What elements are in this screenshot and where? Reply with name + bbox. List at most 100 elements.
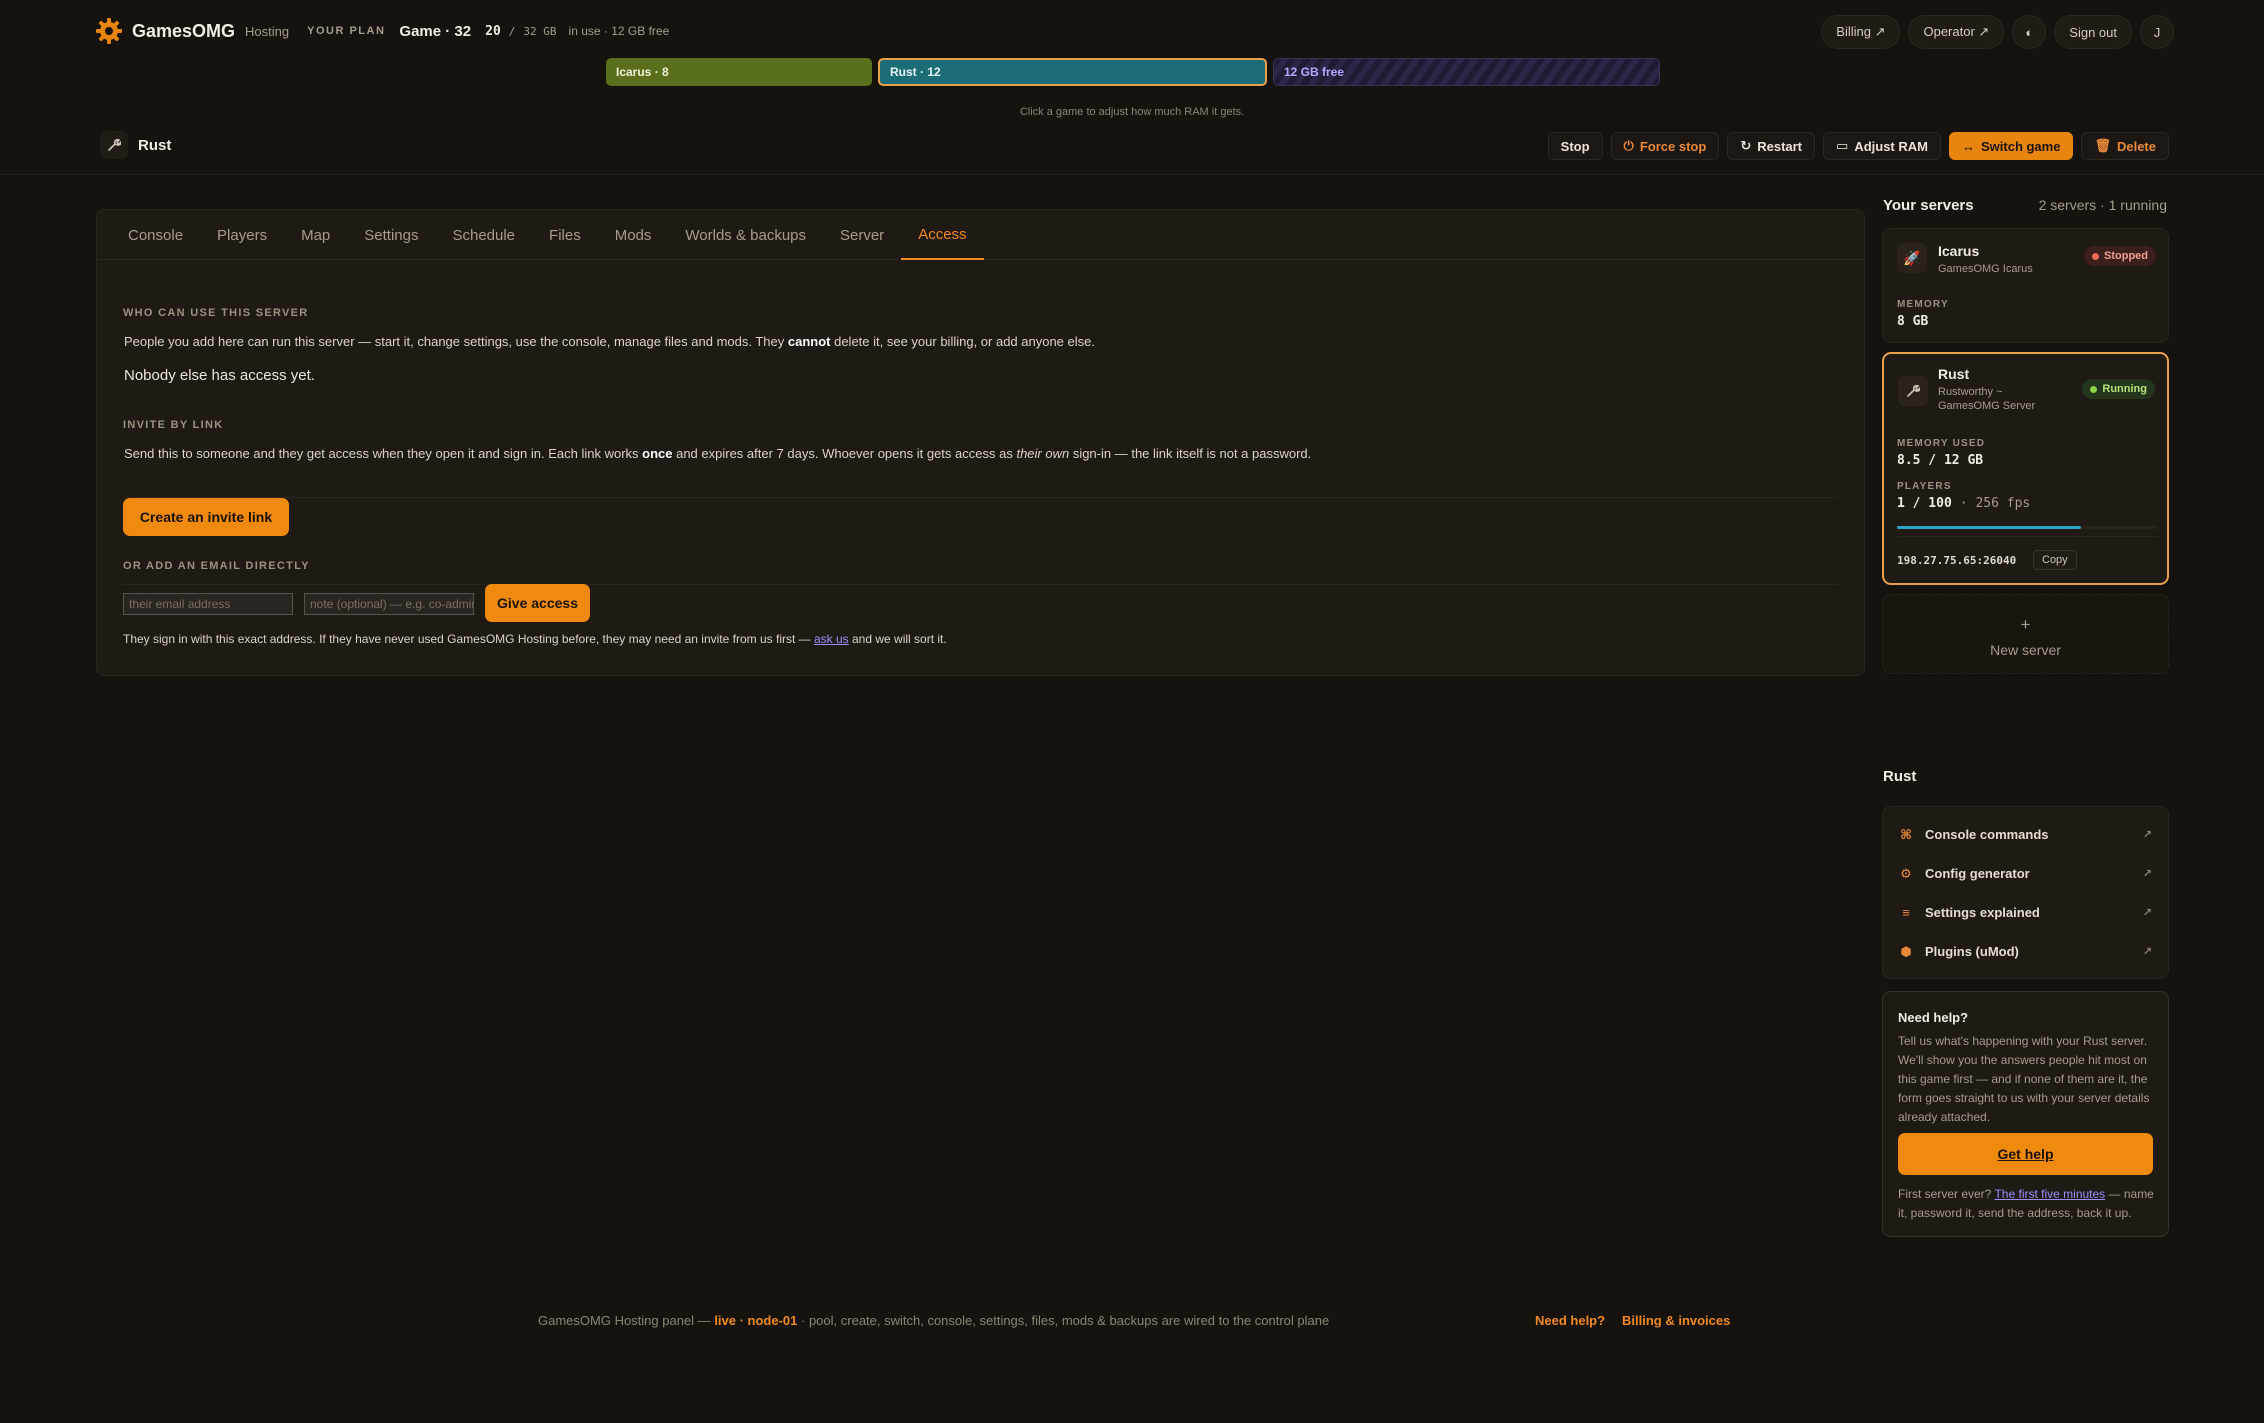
- new-server-button[interactable]: + New server: [1882, 594, 2169, 674]
- server-actions: Stop ⏻ Force stop ↻ Restart ▭ Adjust RAM…: [1547, 132, 2169, 160]
- note-input[interactable]: note (optional) — e.g. co-admin: [304, 593, 474, 615]
- invite-text-2: and expires after 7 days. Whoever opens …: [672, 446, 1017, 461]
- tab-access[interactable]: Access: [901, 210, 984, 260]
- server-header: Rust: [100, 131, 171, 159]
- copy-address-button[interactable]: Copy: [2033, 550, 2077, 570]
- ram-allocation-bar: Icarus · 8 Rust · 12 12 GB free: [606, 58, 1660, 86]
- ask-us-link[interactable]: ask us: [814, 632, 849, 646]
- plugin-icon: ⬢: [1900, 943, 1912, 959]
- divider: [1897, 536, 2157, 537]
- divider: [123, 584, 1837, 585]
- who-text-1: People you add here can run this server …: [124, 334, 788, 349]
- power-icon: ⏻: [1623, 138, 1634, 153]
- invite-label: INVITE BY LINK: [123, 419, 224, 431]
- invite-description: Send this to someone and they get access…: [124, 446, 1311, 461]
- new-server-label: New server: [1990, 642, 2061, 658]
- memory-used-label: MEMORY USED: [1897, 438, 1986, 449]
- restart-button[interactable]: ↻ Restart: [1727, 132, 1816, 160]
- footnote: They sign in with this exact address. If…: [123, 632, 947, 646]
- get-help-button[interactable]: Get help: [1898, 1133, 2153, 1175]
- resource-label: Config generator: [1925, 866, 2030, 881]
- who-text-bold: cannot: [787, 334, 831, 349]
- server-card-rust[interactable]: Rust Rustworthy ~ GamesOMG Server Runnin…: [1882, 352, 2169, 585]
- tab-console[interactable]: Console: [111, 210, 200, 260]
- header-right: Billing ↗ Operator ↗ ◐ Sign out J: [1821, 15, 2174, 49]
- wrench-icon: [1898, 376, 1928, 406]
- brand-name[interactable]: GamesOMG: [132, 21, 235, 42]
- memory-bar-fill: [1897, 526, 2082, 529]
- first-five-minutes-link[interactable]: The first five minutes: [1994, 1187, 2105, 1201]
- fps-value: · 256 fps: [1959, 496, 2031, 511]
- invite-text-bold: once: [642, 446, 673, 461]
- your-servers-title: Your servers: [1883, 197, 1974, 214]
- resource-settings-explained[interactable]: ≡ Settings explained ↗: [1883, 893, 2168, 932]
- tab-worlds-backups[interactable]: Worlds & backups: [668, 210, 823, 260]
- external-link-icon: ↗: [2142, 829, 2152, 841]
- external-link-icon: ↗: [2142, 946, 2152, 958]
- help-title: Need help?: [1898, 1010, 1969, 1025]
- tab-files[interactable]: Files: [532, 210, 598, 260]
- players-value: 1 / 100: [1897, 496, 1952, 511]
- restart-label: Restart: [1757, 138, 1803, 154]
- tab-settings[interactable]: Settings: [347, 210, 435, 260]
- first-text-1: First server ever?: [1898, 1187, 1995, 1201]
- server-card-icarus[interactable]: 🚀 Icarus GamesOMG Icarus Stopped MEMORY …: [1882, 228, 2169, 343]
- resources-title: Rust: [1883, 768, 1917, 785]
- ram-segment-rust[interactable]: Rust · 12: [878, 58, 1267, 86]
- server-sub: Rustworthy ~ GamesOMG Server: [1938, 386, 2036, 412]
- who-text-2: delete it, see your billing, or add anyo…: [830, 334, 1095, 349]
- force-stop-label: Force stop: [1639, 138, 1707, 154]
- adjust-ram-button[interactable]: ▭ Adjust RAM: [1823, 132, 1941, 160]
- plan-label: YOUR PLAN: [307, 25, 386, 37]
- email-input[interactable]: their email address: [123, 593, 293, 615]
- adjust-ram-label: Adjust RAM: [1854, 138, 1928, 154]
- ram-segment-icarus[interactable]: Icarus · 8: [606, 58, 872, 86]
- gear-icon: ⚙: [1900, 865, 1912, 881]
- delete-button[interactable]: 🗑 Delete: [2081, 132, 2169, 160]
- contrast-icon[interactable]: ◐: [2012, 15, 2047, 49]
- switch-game-label: Switch game: [1980, 138, 2061, 154]
- footer-billing-link[interactable]: Billing & invoices: [1622, 1313, 1730, 1328]
- players-row: 1 / 100 · 256 fps: [1897, 496, 2030, 511]
- header-left: GamesOMG Hosting YOUR PLAN Game · 32 20 …: [94, 16, 669, 46]
- tab-mods[interactable]: Mods: [598, 210, 669, 260]
- resource-plugins[interactable]: ⬢ Plugins (uMod) ↗: [1883, 932, 2168, 971]
- resource-config-generator[interactable]: ⚙ Config generator ↗: [1883, 854, 2168, 893]
- footer-prefix: GamesOMG Hosting panel —: [538, 1313, 711, 1328]
- resource-label: Console commands: [1925, 827, 2049, 842]
- resource-label: Plugins (uMod): [1925, 944, 2019, 959]
- wrench-icon: [100, 131, 128, 159]
- tab-server[interactable]: Server: [823, 210, 901, 260]
- operator-link[interactable]: Operator ↗: [1908, 15, 2005, 49]
- external-link-icon: ↗: [2142, 907, 2152, 919]
- status-text: Running: [2102, 383, 2147, 395]
- memory-value: 8 GB: [1897, 314, 1929, 329]
- invite-text-3: sign-in — the link itself is not a passw…: [1069, 446, 1312, 461]
- brand-sub: Hosting: [245, 23, 290, 39]
- server-address: 198.27.75.65:26040: [1897, 554, 2017, 567]
- invite-text-1: Send this to someone and they get access…: [124, 446, 643, 461]
- switch-game-button[interactable]: ↔ Switch game: [1948, 132, 2074, 160]
- give-access-button[interactable]: Give access: [485, 584, 590, 622]
- top-bar: GamesOMG Hosting YOUR PLAN Game · 32 20 …: [0, 0, 2264, 64]
- who-description: People you add here can run this server …: [124, 334, 1095, 349]
- resource-console-commands[interactable]: ⌘ Console commands ↗: [1883, 815, 2168, 854]
- footer-need-help-link[interactable]: Need help?: [1535, 1313, 1605, 1328]
- avatar[interactable]: J: [2140, 15, 2174, 49]
- list-icon: ≡: [1902, 905, 1910, 920]
- resources-card: ⌘ Console commands ↗ ⚙ Config generator …: [1882, 806, 2169, 979]
- command-icon: ⌘: [1899, 826, 1913, 842]
- plan-note: in use · 12 GB free: [568, 24, 670, 38]
- tab-players[interactable]: Players: [200, 210, 284, 260]
- email-label: OR ADD AN EMAIL DIRECTLY: [123, 560, 310, 572]
- billing-link[interactable]: Billing ↗: [1821, 15, 1901, 49]
- sign-out-button[interactable]: Sign out: [2054, 15, 2132, 49]
- create-invite-button[interactable]: Create an invite link: [123, 498, 289, 536]
- stop-button[interactable]: Stop: [1547, 132, 1603, 160]
- force-stop-button[interactable]: ⏻ Force stop: [1610, 132, 1720, 160]
- tab-schedule[interactable]: Schedule: [435, 210, 532, 260]
- tab-map[interactable]: Map: [284, 210, 347, 260]
- status-badge: Running: [2082, 379, 2155, 399]
- stop-label: Stop: [1560, 138, 1590, 154]
- access-panel: Console Players Map Settings Schedule Fi…: [96, 209, 1865, 676]
